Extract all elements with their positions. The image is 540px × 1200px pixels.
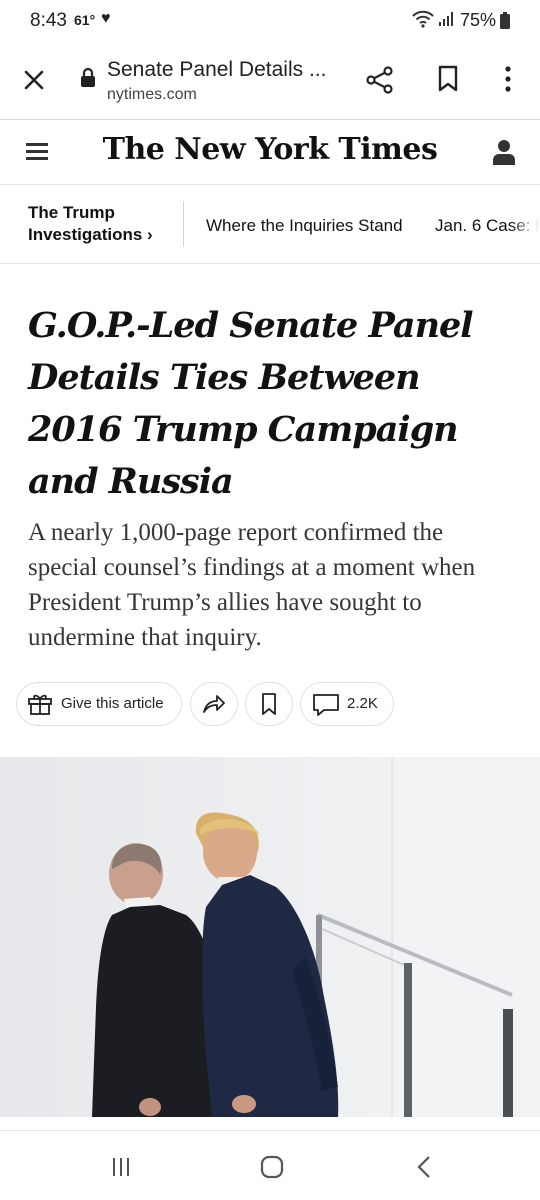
more-options-button[interactable] <box>500 64 516 99</box>
share-icon <box>366 66 393 94</box>
status-temperature: 61° <box>74 12 96 28</box>
heart-icon: ♥ <box>101 10 111 27</box>
system-nav-bar <box>0 1131 540 1200</box>
status-bar: 8:43 61° ♥ 75% <box>0 0 540 40</box>
battery-icon <box>499 12 511 35</box>
battery-percent: 75% <box>460 10 497 30</box>
comment-count: 2.2K <box>347 695 378 712</box>
signal-icon <box>438 11 456 32</box>
page-title: Senate Panel Details ... <box>107 58 327 81</box>
bookmark-button[interactable] <box>436 64 460 99</box>
browser-toolbar: Senate Panel Details ... nytimes.com <box>0 40 540 118</box>
article-summary: A nearly 1,000-page report confirmed the… <box>28 519 476 651</box>
recents-button[interactable] <box>110 1156 132 1183</box>
nav-separator <box>183 201 184 247</box>
wifi-icon <box>412 10 434 33</box>
section-label-line2: Investigations › <box>28 225 153 244</box>
lock-icon <box>80 67 96 94</box>
gift-article-button[interactable]: Give this article <box>16 682 182 726</box>
home-button[interactable] <box>259 1155 285 1184</box>
share-button[interactable] <box>364 64 396 101</box>
comment-icon <box>313 694 339 716</box>
close-button[interactable] <box>20 66 48 94</box>
back-icon <box>417 1156 430 1178</box>
page-url: nytimes.com <box>107 86 197 103</box>
article-headline: G.O.P.-Led Senate Panel Details Ties Bet… <box>28 305 474 502</box>
share-arrow-icon <box>203 695 225 713</box>
masthead: The New York Times <box>0 120 540 184</box>
save-article-button[interactable] <box>245 682 293 726</box>
section-nav: The Trump Investigations › Where the Inq… <box>0 185 540 263</box>
account-icon[interactable] <box>492 138 516 171</box>
section-divider <box>0 263 540 264</box>
back-button[interactable] <box>414 1155 434 1184</box>
recents-icon <box>113 1158 129 1176</box>
comments-button[interactable]: 2.2K <box>300 682 394 726</box>
bookmark-icon <box>262 693 276 715</box>
gift-article-label: Give this article <box>61 695 164 712</box>
status-time: 8:43 <box>30 10 67 31</box>
bookmark-icon <box>438 65 458 92</box>
nyt-logo[interactable]: The New York Times <box>0 132 540 167</box>
more-vert-icon <box>505 66 511 92</box>
section-label-line1: The Trump <box>28 203 115 222</box>
gift-icon <box>28 694 52 715</box>
home-icon <box>260 1155 284 1179</box>
article-photo <box>0 757 540 1117</box>
section-link-trump-investigations[interactable]: The Trump Investigations › <box>28 202 153 246</box>
close-icon <box>24 70 44 90</box>
share-article-button[interactable] <box>190 682 238 726</box>
nav-link-where-inquiries-stand[interactable]: Where the Inquiries Stand <box>206 216 403 236</box>
nav-fade <box>510 185 540 263</box>
